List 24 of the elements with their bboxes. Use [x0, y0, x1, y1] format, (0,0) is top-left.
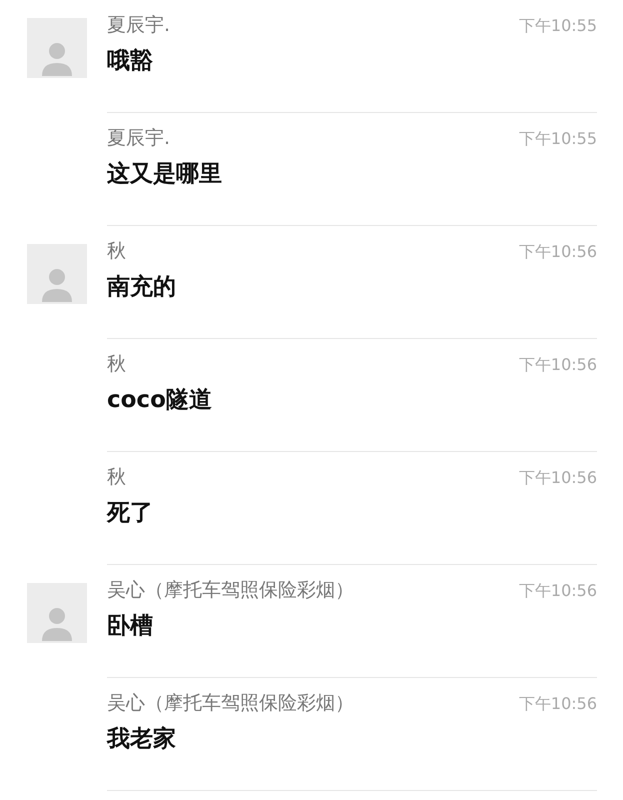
sender-name: 吴心（摩托车驾照保险彩烟） — [107, 691, 354, 716]
message-text: 我老家 — [107, 726, 176, 752]
sender-name: 夏辰宇. — [107, 126, 170, 151]
message-text: 这又是哪里 — [107, 161, 222, 187]
message-time: 下午10:55 — [518, 15, 597, 37]
message-text: 哦豁 — [107, 48, 153, 74]
message-text: 南充的 — [107, 274, 176, 300]
message-text: coco隧道 — [107, 387, 212, 413]
message-text: 死了 — [107, 500, 153, 526]
sender-name: 秋 — [107, 239, 126, 264]
message-text: 卧槽 — [107, 613, 153, 639]
message-time: 下午10:55 — [518, 128, 597, 150]
message-time: 下午10:56 — [518, 467, 597, 489]
message-time: 下午10:56 — [518, 693, 597, 715]
sender-name: 秋 — [107, 352, 126, 377]
sender-name: 吴心（摩托车驾照保险彩烟） — [107, 578, 354, 603]
avatar-icon[interactable] — [27, 18, 87, 78]
sender-name: 夏辰宇. — [107, 13, 170, 38]
message-time: 下午10:56 — [518, 354, 597, 376]
message-time: 下午10:56 — [518, 241, 597, 263]
message-time: 下午10:56 — [518, 580, 597, 602]
avatar-icon[interactable] — [27, 244, 87, 304]
avatar-icon[interactable] — [27, 583, 87, 643]
sender-name: 秋 — [107, 465, 126, 490]
